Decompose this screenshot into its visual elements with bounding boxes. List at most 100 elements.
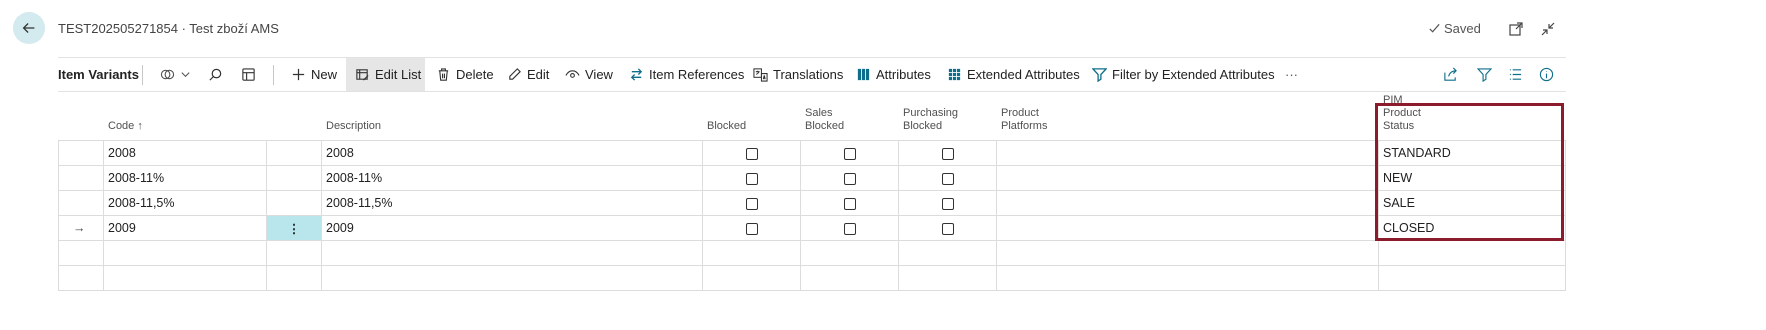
code-cell[interactable]: 2008 (103, 141, 266, 165)
action-bar: Item Variants New Edit List Delete Edit … (58, 57, 1566, 92)
filter-by-extended-attributes-label: Filter by Extended Attributes (1112, 67, 1275, 82)
column-header-pim-product-status[interactable]: PIM Product Status (1378, 94, 1421, 140)
view-button[interactable]: View (565, 58, 613, 91)
blocked-checkbox[interactable] (746, 173, 758, 185)
column-header-blocked[interactable]: Blocked (702, 100, 746, 140)
product-platforms-cell[interactable] (996, 166, 1378, 190)
filter-icon (1092, 68, 1107, 82)
attributes-button[interactable]: Attributes (856, 58, 931, 91)
column-header-code[interactable]: Code ↑ (103, 100, 143, 140)
view-label: View (585, 67, 613, 82)
search-icon (209, 68, 222, 81)
share-menu-button[interactable] (160, 58, 191, 91)
layout-icon (242, 68, 255, 81)
product-platforms-cell[interactable] (996, 141, 1378, 165)
sales-blocked-checkbox[interactable] (844, 173, 856, 185)
collapse-button[interactable] (1538, 19, 1558, 39)
sort-ascending-icon: ↑ (137, 120, 143, 132)
new-button[interactable]: New (291, 58, 337, 91)
trash-icon (438, 68, 449, 81)
pim-product-status-cell[interactable]: SALE (1378, 191, 1565, 215)
arrows-icon (630, 68, 643, 81)
column-header-product-platforms[interactable]: Product Platforms (996, 100, 1047, 140)
purchasing-blocked-checkbox[interactable] (942, 198, 954, 210)
product-platforms-cell[interactable] (996, 191, 1378, 215)
chevron-down-icon (181, 72, 190, 78)
column-divider (898, 140, 899, 290)
sales-blocked-checkbox[interactable] (844, 223, 856, 235)
more-options-button[interactable]: ··· (1285, 58, 1298, 91)
saved-status: Saved (1428, 21, 1481, 36)
description-cell[interactable]: 2008-11% (321, 166, 702, 190)
layout-button[interactable] (241, 58, 256, 91)
filter-icon (1477, 68, 1492, 82)
list-view-button[interactable] (1508, 58, 1523, 91)
purchasing-blocked-checkbox[interactable] (942, 223, 954, 235)
code-cell[interactable]: 2009 (103, 216, 266, 240)
share-button[interactable] (1443, 58, 1458, 91)
search-button[interactable] (208, 58, 223, 91)
column-divider (1565, 140, 1566, 290)
open-new-window-button[interactable] (1506, 19, 1526, 39)
attributes-label: Attributes (876, 67, 931, 82)
edit-list-label: Edit List (375, 67, 422, 82)
item-references-button[interactable]: Item References (629, 58, 744, 91)
description-cell[interactable]: 2008-11,5% (321, 191, 702, 215)
divider (142, 65, 143, 85)
blocked-checkbox[interactable] (746, 223, 758, 235)
row-divider (58, 290, 1566, 291)
info-icon (1539, 67, 1554, 82)
sales-blocked-checkbox[interactable] (844, 148, 856, 160)
pim-product-status-cell[interactable]: NEW (1378, 166, 1565, 190)
filter-by-extended-attributes-button[interactable]: Filter by Extended Attributes (1092, 58, 1275, 91)
pencil-icon (509, 68, 521, 80)
pim-product-status-cell[interactable]: CLOSED (1378, 216, 1565, 240)
column-divider (702, 140, 703, 290)
blocked-checkbox[interactable] (746, 198, 758, 210)
edit-list-icon (356, 69, 369, 81)
description-cell[interactable]: 2008 (321, 141, 702, 165)
filter-pane-button[interactable] (1477, 58, 1492, 91)
page-title: TEST202505271854 · Test zboží AMS (58, 21, 279, 36)
eye-icon (565, 70, 580, 78)
new-label: New (311, 67, 338, 82)
open-new-window-icon (1509, 22, 1523, 36)
sales-blocked-checkbox[interactable] (844, 198, 856, 210)
column-divider (58, 140, 59, 290)
delete-button[interactable]: Delete (436, 58, 494, 91)
description-cell[interactable]: 2009 (321, 216, 702, 240)
column-header-description[interactable]: Description (321, 100, 381, 140)
translations-label: Translations (773, 67, 844, 82)
item-references-label: Item References (649, 67, 745, 82)
purchasing-blocked-checkbox[interactable] (942, 148, 954, 160)
plus-icon (292, 68, 305, 81)
info-button[interactable] (1539, 58, 1554, 91)
extended-attributes-button[interactable]: Extended Attributes (947, 58, 1080, 91)
row-actions-menu-button[interactable]: ⋮ (267, 216, 321, 240)
column-divider (266, 140, 267, 290)
code-cell[interactable]: 2008-11,5% (103, 191, 266, 215)
pim-product-status-cell[interactable]: STANDARD (1378, 141, 1565, 165)
blocked-checkbox[interactable] (746, 148, 758, 160)
edit-label: Edit (527, 67, 550, 82)
edit-list-button[interactable]: Edit List (346, 58, 425, 91)
edit-button[interactable]: Edit (507, 58, 549, 91)
divider (273, 65, 274, 85)
checkmark-icon (1429, 23, 1440, 33)
translations-button[interactable]: Translations (753, 58, 843, 91)
code-header-label: Code (108, 120, 135, 132)
translate-icon (753, 68, 768, 82)
back-button[interactable] (13, 12, 45, 44)
row-divider (58, 240, 1566, 241)
purchasing-header-line1: Purchasing (903, 107, 959, 119)
purchasing-header-line2: Blocked (903, 120, 943, 132)
saved-label: Saved (1444, 21, 1481, 36)
column-header-purchasing-blocked[interactable]: Purchasing Blocked (898, 100, 958, 140)
code-cell[interactable]: 2008-11% (103, 166, 266, 190)
extended-attributes-label: Extended Attributes (967, 67, 1080, 82)
purchasing-blocked-checkbox[interactable] (942, 173, 954, 185)
part-title: Item Variants (58, 67, 139, 82)
product-platforms-cell[interactable] (996, 216, 1378, 240)
grid-icon (948, 68, 961, 81)
column-header-sales-blocked[interactable]: Sales Blocked (800, 100, 844, 140)
